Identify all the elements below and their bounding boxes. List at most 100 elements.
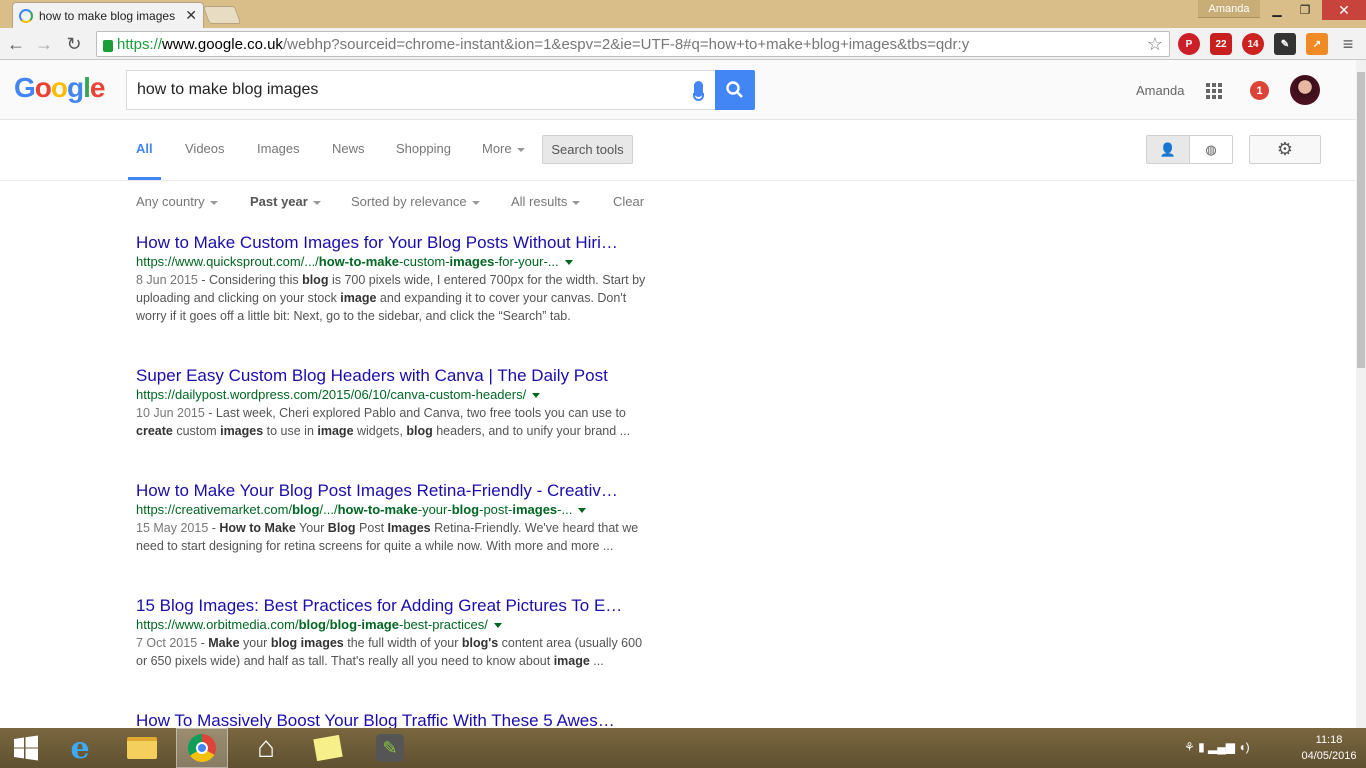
filter-results-label: All results (511, 194, 568, 209)
personal-results-icon[interactable]: 👤 (1147, 136, 1190, 163)
chrome-taskbar-icon[interactable] (176, 728, 228, 768)
search-input[interactable]: how to make blog images (126, 70, 716, 110)
result-snippet: 10 Jun 2015 - Last week, Cheri explored … (136, 404, 652, 440)
url-part: blog (292, 502, 320, 517)
url-part: /.../ (319, 502, 338, 517)
snippet-bold: Blog (327, 521, 356, 535)
evernote-taskbar-icon[interactable]: ✎ (364, 728, 416, 768)
url-part: images (512, 502, 558, 517)
result-title-link[interactable]: How To Massively Boost Your Blog Traffic… (136, 711, 656, 728)
extension-count: 14 (1247, 38, 1259, 50)
windows-start-icon[interactable] (0, 728, 52, 768)
reload-icon[interactable]: ↻ (62, 32, 86, 56)
google-favicon-icon (19, 8, 33, 23)
bookmark-star-icon[interactable]: ☆ (1147, 34, 1163, 55)
clock-date: 04/05/2016 (1301, 750, 1357, 762)
filter-results[interactable]: All results (511, 194, 581, 209)
snippet-text: - (197, 636, 209, 650)
result-snippet: 15 May 2015 - How to Make Your Blog Post… (136, 519, 652, 555)
tab-shopping[interactable]: Shopping (396, 141, 451, 156)
filter-time[interactable]: Past year (250, 194, 321, 209)
snippet-text: Your (295, 521, 328, 535)
back-icon[interactable]: ← (4, 32, 28, 56)
adblock-icon[interactable]: 22 (1210, 33, 1232, 55)
evernote-icon[interactable]: ✎ (1274, 33, 1296, 55)
tab-news[interactable]: News (332, 141, 365, 156)
tab-more-label: More (482, 141, 512, 156)
close-tab-icon[interactable]: ✕ (185, 7, 197, 24)
tab-videos[interactable]: Videos (185, 141, 225, 156)
filter-clear[interactable]: Clear (613, 194, 644, 209)
globe-icon[interactable]: ◍ (1190, 136, 1232, 163)
url-part: -... (557, 502, 573, 517)
result-menu-icon[interactable] (532, 393, 541, 399)
apps-grid-icon[interactable] (1206, 83, 1222, 99)
url-part: -custom- (398, 254, 450, 269)
search-tools-button[interactable]: Search tools (542, 135, 633, 164)
restore-icon[interactable]: ❐ (1290, 0, 1320, 20)
snippet-bold: Images (387, 521, 431, 535)
url-part: how-to-make (337, 502, 418, 517)
filter-sort[interactable]: Sorted by relevance (351, 194, 480, 209)
extension-badge-icon[interactable]: 14 (1242, 33, 1264, 55)
browser-tab-title: how to make blog images (39, 8, 176, 23)
snippet-text: Post (355, 521, 388, 535)
tab-all[interactable]: All (136, 141, 153, 156)
url-part: -your- (417, 502, 452, 517)
result-title-link[interactable]: Super Easy Custom Blog Headers with Canv… (136, 366, 656, 386)
gear-icon[interactable]: ⚙ (1249, 135, 1321, 164)
analytics-icon[interactable]: ↗ (1306, 33, 1328, 55)
browser-tab[interactable]: how to make blog images ✕ (12, 2, 204, 28)
result-menu-icon[interactable] (493, 623, 502, 629)
url-domain: www.google.co.uk (162, 35, 283, 53)
result-date: 8 Jun 2015 (136, 273, 198, 287)
snippet-text: - (208, 521, 220, 535)
result-title-link[interactable]: 15 Blog Images: Best Practices for Addin… (136, 596, 656, 616)
adblock-count: 22 (1215, 38, 1227, 50)
search-result: 15 Blog Images: Best Practices for Addin… (136, 596, 656, 670)
filter-time-label: Past year (250, 194, 308, 209)
result-url: https://www.orbitmedia.com/blog/blog-ima… (136, 616, 656, 634)
search-tabs-row: All Videos Images News Shopping More Sea… (0, 121, 1356, 181)
result-snippet: 7 Oct 2015 - Make your blog images the f… (136, 634, 652, 670)
result-menu-icon[interactable] (564, 260, 573, 266)
snippet-text: your (239, 636, 271, 650)
forward-icon[interactable]: → (32, 32, 56, 56)
search-query: how to make blog images (137, 81, 319, 98)
file-explorer-icon[interactable] (116, 728, 168, 768)
result-menu-icon[interactable] (578, 508, 587, 514)
lock-icon (103, 40, 113, 52)
url-part: how-to-make (318, 254, 399, 269)
address-bar[interactable]: https://www.google.co.uk/webhp?sourceid=… (96, 31, 1170, 57)
windows-taskbar: e ⌂ ✎ ⚘ ▮ ▂▄▆ ◖) 11:18 04/05/2016 (0, 728, 1366, 768)
avatar[interactable] (1290, 75, 1320, 105)
sticky-notes-icon[interactable] (302, 728, 354, 768)
search-button[interactable] (715, 70, 755, 110)
tab-more[interactable]: More (482, 141, 525, 156)
profile-button[interactable]: Amanda (1198, 0, 1260, 18)
new-tab-button[interactable] (202, 6, 242, 24)
account-name[interactable]: Amanda (1136, 83, 1184, 98)
windows-logo (14, 735, 38, 761)
url-part: https://dailypost.wordpress.com/2015/06/… (136, 387, 527, 402)
url-scheme: https:// (117, 35, 163, 53)
home-icon[interactable]: ⌂ (240, 728, 292, 768)
filter-country-label: Any country (136, 194, 205, 209)
google-logo[interactable]: Google (14, 72, 105, 104)
snippet-bold: image (553, 654, 590, 668)
internet-explorer-icon[interactable]: e (54, 728, 106, 768)
scrollbar-thumb[interactable] (1357, 72, 1365, 368)
taskbar-clock[interactable]: 11:18 04/05/2016 (1296, 732, 1362, 764)
result-title-link[interactable]: How to Make Your Blog Post Images Retina… (136, 481, 656, 501)
tray-icons[interactable]: ⚘ ▮ ▂▄▆ ◖) (1184, 740, 1250, 754)
result-title-link[interactable]: How to Make Custom Images for Your Blog … (136, 233, 656, 253)
snippet-bold: blog (302, 273, 329, 287)
filter-country[interactable]: Any country (136, 194, 218, 209)
tab-images[interactable]: Images (257, 141, 300, 156)
notifications-badge[interactable]: 1 (1250, 81, 1269, 100)
close-window-icon[interactable]: ✕ (1322, 0, 1366, 20)
pinterest-icon[interactable]: P (1178, 33, 1200, 55)
snippet-text: - Last week, Cheri explored Pablo and Ca… (204, 406, 626, 420)
minimize-icon[interactable]: ▁ (1262, 0, 1292, 20)
chrome-menu-icon[interactable]: ≡ (1336, 32, 1360, 56)
